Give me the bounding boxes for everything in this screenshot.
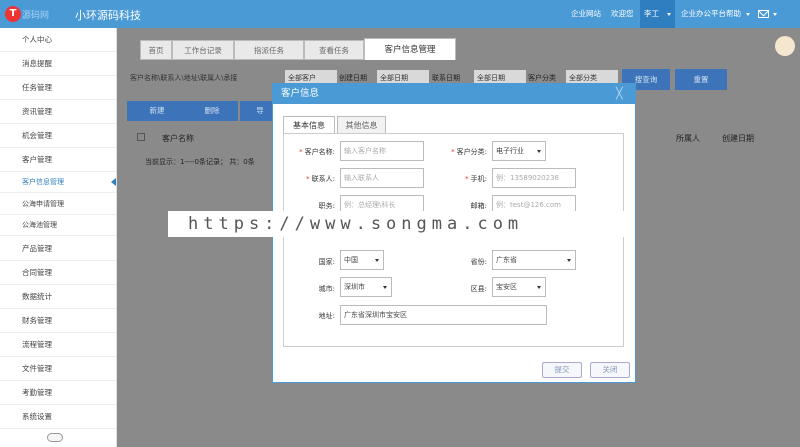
sidebar-item-customers[interactable]: 客户管理 bbox=[0, 148, 116, 172]
dialog-title: 客户信息 bbox=[273, 84, 635, 104]
city-label: 城市: bbox=[318, 285, 335, 293]
app-title: 小环源码科技 bbox=[75, 9, 141, 22]
logo-text: 源码网 bbox=[22, 11, 50, 21]
tab-other-info[interactable]: 其他信息 bbox=[337, 116, 386, 134]
col-customer-name: 客户名称 bbox=[162, 134, 194, 143]
watermark: https://www.songma.com bbox=[168, 211, 630, 237]
country-label: 国家: bbox=[318, 258, 335, 266]
country-select[interactable]: 中国 bbox=[340, 250, 384, 270]
sidebar-item-news[interactable]: 资讯管理 bbox=[0, 100, 116, 124]
logo-icon: T bbox=[5, 6, 21, 22]
sidebar-item-contracts[interactable]: 合同管理 bbox=[0, 261, 116, 285]
tab-assign-task[interactable]: 指派任务 bbox=[234, 40, 304, 60]
sidebar-item-stats[interactable]: 数据统计 bbox=[0, 285, 116, 309]
close-button[interactable]: 关闭 bbox=[590, 362, 630, 378]
sidebar-sub-sea-apply[interactable]: 公海申请管理 bbox=[0, 194, 116, 215]
tab-customer-info[interactable]: 客户信息管理 bbox=[364, 38, 456, 60]
city-select[interactable]: 深圳市 bbox=[340, 277, 392, 297]
active-indicator-icon bbox=[111, 178, 116, 186]
address-label: 地址: bbox=[318, 312, 335, 320]
district-label: 区县: bbox=[470, 285, 487, 293]
sidebar-item-tasks[interactable]: 任务管理 bbox=[0, 76, 116, 100]
tab-home[interactable]: 首页 bbox=[140, 40, 172, 60]
user-name: 李工 bbox=[644, 9, 659, 18]
address-input[interactable]: 广东省深圳市宝安区 bbox=[340, 305, 547, 325]
contact-input[interactable]: 输入联系人 bbox=[340, 168, 424, 188]
right-strip bbox=[767, 28, 800, 447]
nav-company-site[interactable]: 企业网站 bbox=[571, 0, 601, 28]
col-created-date: 创建日期 bbox=[722, 134, 754, 143]
new-button[interactable]: 新建 bbox=[127, 101, 187, 121]
title-label: 职务: bbox=[318, 202, 335, 210]
sidebar-item-products[interactable]: 产品管理 bbox=[0, 237, 116, 261]
province-select[interactable]: 广东省 bbox=[492, 250, 576, 270]
sidebar-item-settings[interactable]: 系统设置 bbox=[0, 405, 116, 429]
sidebar: 个人中心 消息提醒 任务管理 资讯管理 机会管理 客户管理 客户信息管理 公海申… bbox=[0, 28, 117, 447]
sidebar-collapse-toggle[interactable] bbox=[47, 433, 63, 442]
sidebar-item-messages[interactable]: 消息提醒 bbox=[0, 52, 116, 76]
phone-input[interactable]: 例：13589020236 bbox=[492, 168, 576, 188]
sidebar-sub-sea-pool[interactable]: 公海池管理 bbox=[0, 215, 116, 236]
mail-icon[interactable] bbox=[758, 10, 769, 18]
sidebar-item-finance[interactable]: 财务管理 bbox=[0, 309, 116, 333]
category-field-select[interactable]: 电子行业 bbox=[492, 141, 546, 161]
phone-label: * 手机: bbox=[465, 175, 487, 183]
col-owner: 所属人 bbox=[676, 134, 700, 143]
tab-view-task[interactable]: 查看任务 bbox=[304, 40, 364, 60]
select-all-checkbox[interactable] bbox=[137, 133, 145, 141]
tab-basic-info[interactable]: 基本信息 bbox=[283, 116, 335, 134]
search-input[interactable]: 客户名称\联系人\地址\联属人\承接 bbox=[130, 70, 278, 86]
help-caret-icon bbox=[746, 13, 750, 16]
sidebar-item-opportunity[interactable]: 机会管理 bbox=[0, 124, 116, 148]
email-label: 邮箱: bbox=[470, 202, 487, 210]
province-label: 省份: bbox=[470, 258, 487, 266]
nav-help[interactable]: 企业办公平台帮助 bbox=[681, 0, 741, 28]
contact-label: * 联系人: bbox=[306, 175, 335, 183]
user-caret-icon bbox=[667, 13, 671, 16]
sidebar-item-personal[interactable]: 个人中心 bbox=[0, 28, 116, 52]
submit-button[interactable]: 提交 bbox=[542, 362, 582, 378]
close-icon[interactable]: ╳ bbox=[616, 88, 623, 100]
nav-welcome: 欢迎您 bbox=[611, 9, 634, 18]
record-status: 当前显示：1----0条记录； 共：0条 bbox=[145, 158, 255, 166]
avatar[interactable] bbox=[775, 36, 795, 56]
delete-button[interactable]: 删除 bbox=[186, 101, 238, 121]
category-field-label: * 客户分类: bbox=[451, 148, 487, 156]
sidebar-sub-customer-info[interactable]: 客户信息管理 bbox=[0, 172, 116, 193]
sidebar-item-workflow[interactable]: 流程管理 bbox=[0, 333, 116, 357]
sidebar-item-attendance[interactable]: 考勤管理 bbox=[0, 381, 116, 405]
customer-name-input[interactable]: 输入客户名称 bbox=[340, 141, 424, 161]
district-select[interactable]: 宝安区 bbox=[492, 277, 546, 297]
top-bar: T 源码网 小环源码科技 企业网站 欢迎您 李工 企业办公平台帮助 bbox=[0, 0, 800, 28]
tab-workbench[interactable]: 工作台记录 bbox=[172, 40, 234, 60]
mail-caret-icon bbox=[773, 13, 777, 16]
name-label: * 客户名称: bbox=[299, 148, 335, 156]
sidebar-item-files[interactable]: 文件管理 bbox=[0, 357, 116, 381]
reset-button[interactable]: 重置 bbox=[675, 69, 727, 90]
